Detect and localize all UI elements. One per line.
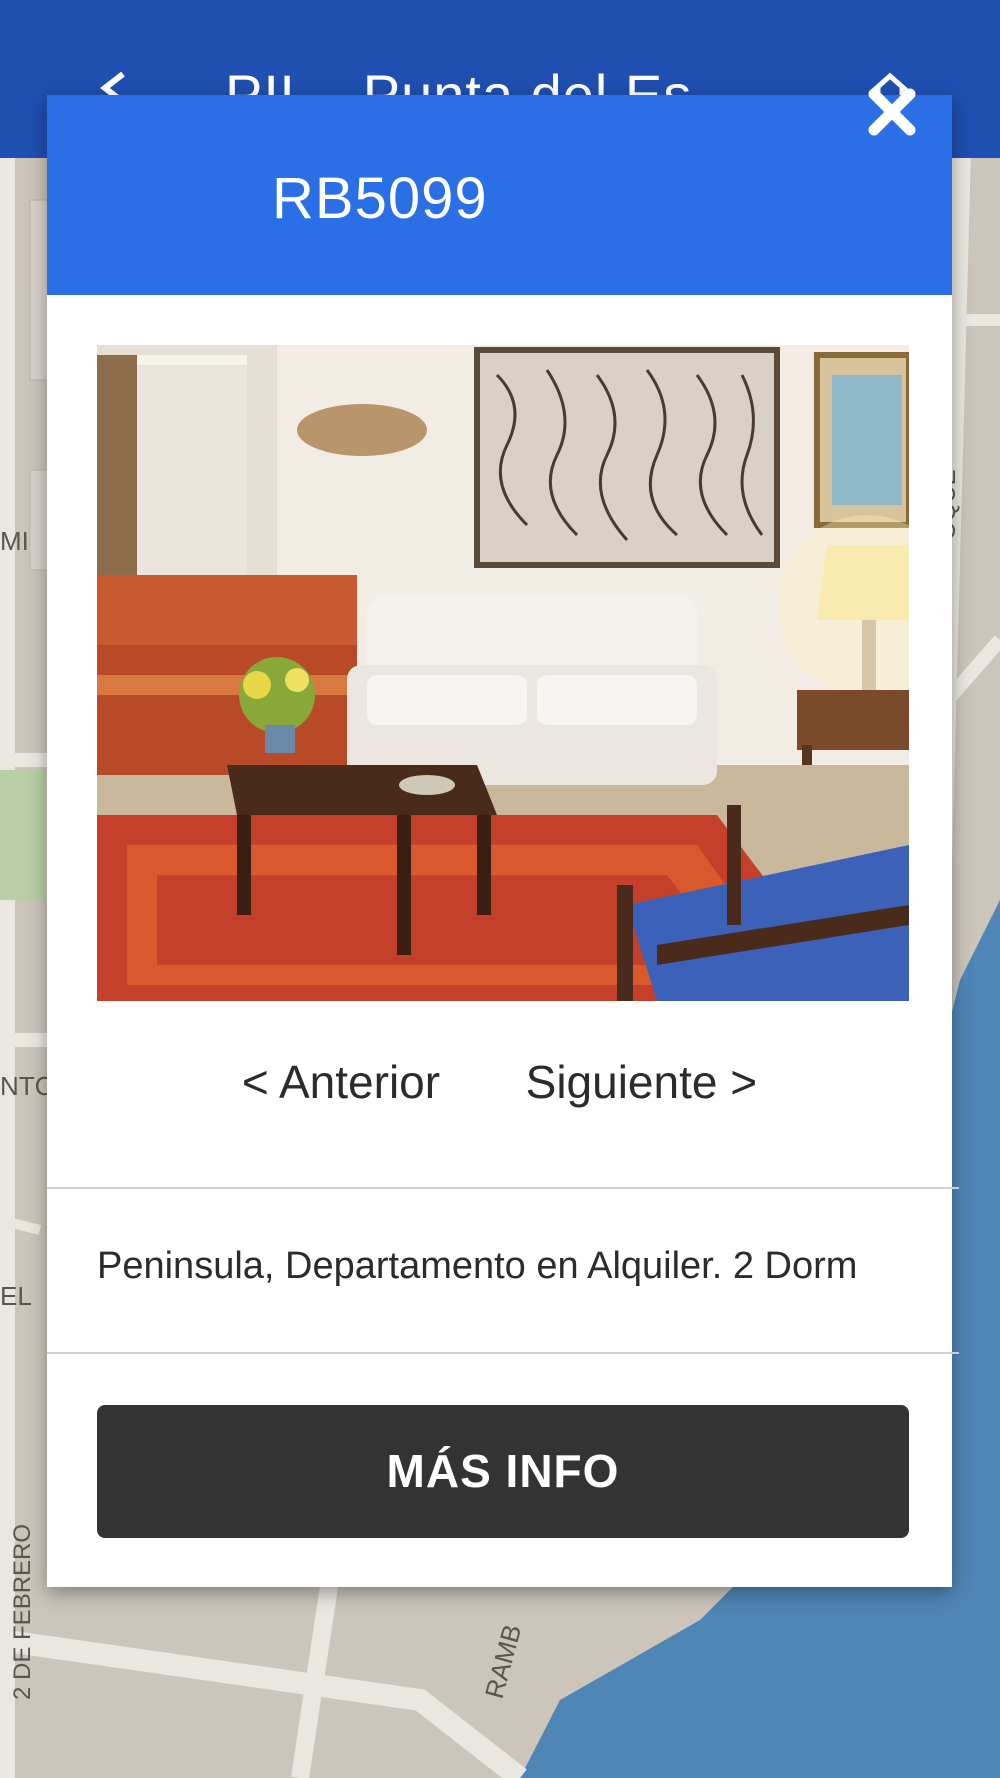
living-room-photo[interactable] (97, 345, 909, 1001)
divider (47, 1187, 959, 1189)
photo-navigation: < Anterior Siguiente > (47, 1055, 952, 1125)
next-link[interactable]: Siguiente > (526, 1056, 757, 1108)
previous-link[interactable]: < Anterior (242, 1056, 440, 1108)
map-street-label: 2 DE FEBRERO (9, 1524, 36, 1700)
property-description: Peninsula, Departamento en Alquiler. 2 D… (97, 1245, 858, 1287)
more-info-button[interactable]: MÁS INFO (97, 1405, 909, 1538)
divider (47, 1352, 959, 1354)
map-street-label: NTC (0, 1071, 53, 1101)
property-dialog: RB5099 < Anterior Siguiente > Peninsula,… (47, 95, 959, 1587)
close-icon (868, 88, 916, 136)
dialog-title: RB5099 (272, 166, 488, 231)
close-button[interactable] (852, 72, 932, 152)
dialog-header: RB5099 (47, 95, 952, 295)
map-street-label: EL (0, 1281, 32, 1311)
map-street-label: MI (0, 526, 29, 556)
